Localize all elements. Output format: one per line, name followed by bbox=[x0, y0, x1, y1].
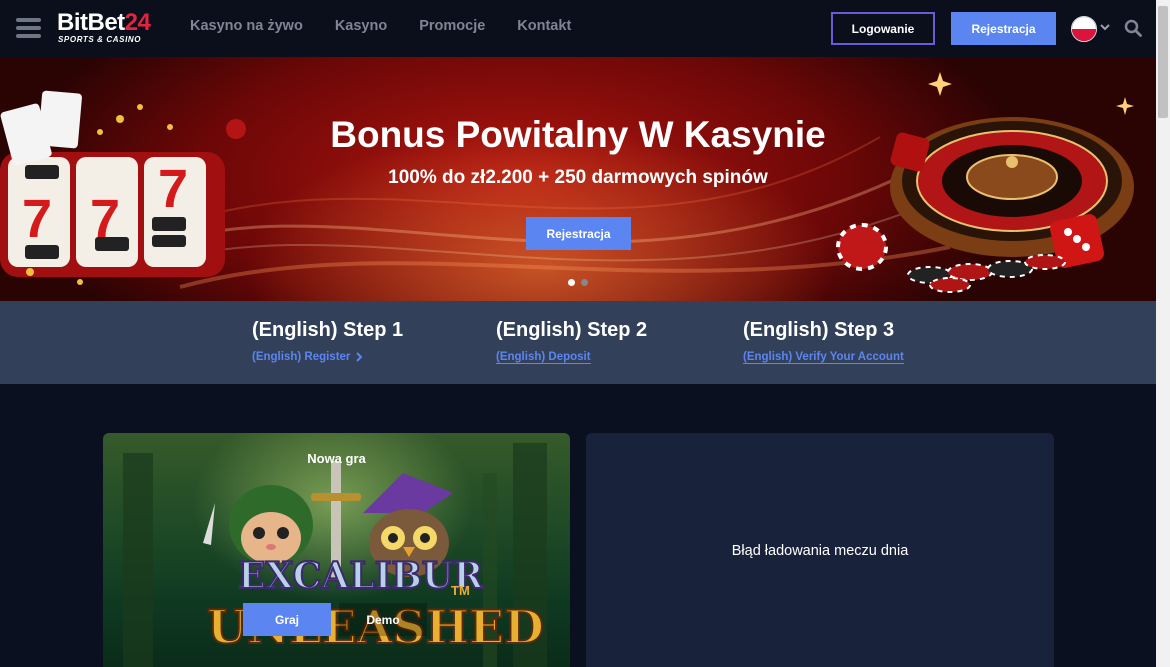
language-selector[interactable] bbox=[1071, 16, 1111, 42]
step-register-link[interactable]: (English) Register bbox=[252, 351, 364, 363]
main-nav: Kasyno na żywo Kasyno Promocje Kontakt bbox=[190, 18, 603, 34]
logo-accent: 24 bbox=[124, 9, 151, 36]
step-link-label: (English) Register bbox=[252, 351, 351, 363]
top-header: BitBet24 SPORTS & CASINO Kasyno na żywo … bbox=[0, 0, 1156, 57]
step-title: (English) Step 2 bbox=[496, 319, 648, 341]
logo-wordmark: BitBet24 bbox=[57, 9, 151, 36]
nav-casino[interactable]: Kasyno bbox=[335, 18, 387, 34]
nav-promotions[interactable]: Promocje bbox=[419, 18, 485, 34]
demo-button[interactable]: Demo bbox=[339, 603, 427, 636]
site-logo[interactable]: BitBet24 SPORTS & CASINO bbox=[57, 10, 177, 46]
match-of-day-card: Błąd ładowania meczu dnia bbox=[586, 433, 1054, 667]
step-1: (English) Step 1 (English) Register bbox=[252, 319, 403, 365]
poland-flag-icon bbox=[1071, 16, 1097, 42]
step-2: (English) Step 2 (English) Deposit bbox=[496, 319, 647, 365]
login-button[interactable]: Logowanie bbox=[831, 12, 935, 45]
hero-subtitle: 100% do zł2.200 + 250 darmowych spinów bbox=[388, 167, 768, 188]
logo-tagline: SPORTS & CASINO bbox=[58, 35, 142, 44]
carousel-dot-1[interactable] bbox=[568, 279, 575, 286]
step-title: (English) Step 3 bbox=[743, 319, 895, 341]
page-scrollbar[interactable] bbox=[1156, 0, 1170, 667]
match-error-message: Błąd ładowania meczu dnia bbox=[731, 543, 909, 559]
game-logo-trademark: TM bbox=[451, 583, 470, 598]
menu-icon[interactable] bbox=[16, 16, 41, 40]
hero-title: Bonus Powitalny W Kasynie bbox=[330, 114, 826, 155]
registration-steps: (English) Step 1 (English) Register (Eng… bbox=[0, 301, 1156, 384]
step-verify-link[interactable]: (English) Verify Your Account bbox=[743, 351, 904, 364]
game-logo-line1: EXCALIBUR bbox=[238, 555, 484, 597]
step-title: (English) Step 1 bbox=[252, 319, 404, 341]
game-artwork: EXCALIBUR UNLEASHED TM bbox=[123, 443, 547, 667]
step-3: (English) Step 3 (English) Verify Your A… bbox=[743, 319, 904, 365]
search-icon[interactable] bbox=[1124, 19, 1142, 37]
scrollbar-thumb[interactable] bbox=[1158, 6, 1168, 118]
step-link-label: (English) Verify Your Account bbox=[743, 351, 904, 364]
chevron-down-icon bbox=[1100, 24, 1110, 31]
step-deposit-link[interactable]: (English) Deposit bbox=[496, 351, 591, 364]
logo-text: BitBet bbox=[57, 9, 125, 36]
nav-contact[interactable]: Kontakt bbox=[517, 18, 571, 34]
new-game-badge: Nowa gra bbox=[307, 451, 366, 466]
hero-register-button[interactable]: Rejestracja bbox=[526, 217, 631, 250]
featured-game-card[interactable]: EXCALIBUR UNLEASHED TM Nowa gra Graj Dem… bbox=[103, 433, 570, 667]
chevron-right-icon bbox=[356, 352, 363, 362]
svg-text:7: 7 bbox=[22, 189, 52, 249]
carousel-dot-2[interactable] bbox=[581, 279, 588, 286]
carousel-dots bbox=[568, 279, 588, 286]
play-button[interactable]: Graj bbox=[243, 603, 331, 636]
register-button[interactable]: Rejestracja bbox=[951, 12, 1056, 45]
hero-banner: 7 7 7 Bonus Powitalny W Kasynie 100% do … bbox=[0, 57, 1156, 301]
nav-live-casino[interactable]: Kasyno na żywo bbox=[190, 18, 303, 34]
step-link-label: (English) Deposit bbox=[496, 351, 591, 364]
